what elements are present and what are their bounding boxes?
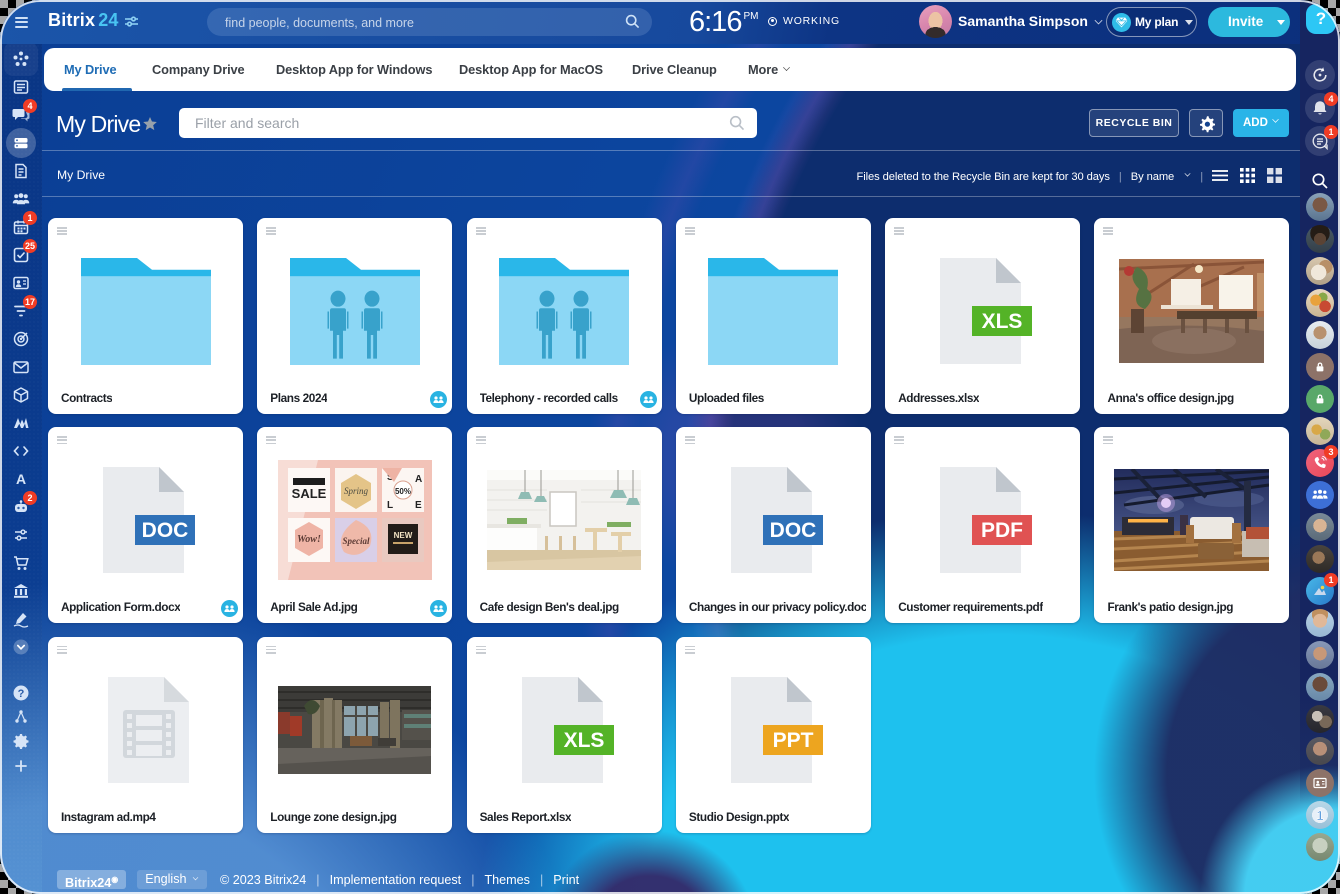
svg-text:?: ? <box>18 688 25 700</box>
svg-text:Wow!: Wow! <box>297 534 321 545</box>
svg-text:A: A <box>415 474 422 485</box>
svg-text:Special: Special <box>342 536 369 546</box>
svg-text:L: L <box>387 500 393 511</box>
svg-text:A: A <box>16 471 26 487</box>
svg-text:SALE: SALE <box>291 486 326 501</box>
svg-text:Spring: Spring <box>344 486 369 496</box>
svg-text:NEW: NEW <box>393 531 412 540</box>
svg-text:PDF: PDF <box>981 519 1023 542</box>
svg-text:DOC: DOC <box>142 519 189 542</box>
svg-text:DOC: DOC <box>770 519 817 542</box>
svg-text:50%: 50% <box>395 487 411 496</box>
svg-text:XLS: XLS <box>563 729 604 752</box>
svg-text:1: 1 <box>1316 808 1323 823</box>
svg-text:XLS: XLS <box>982 310 1023 333</box>
svg-text:PPT: PPT <box>772 729 813 752</box>
svg-text:E: E <box>415 500 422 511</box>
